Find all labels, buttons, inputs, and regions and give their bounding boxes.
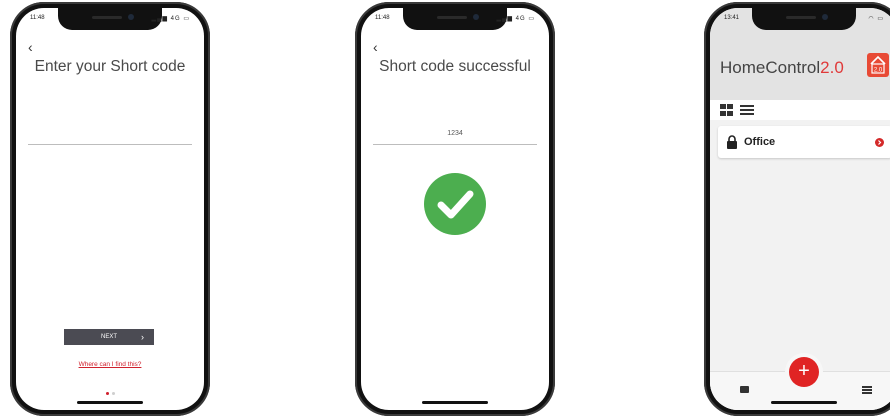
house-logo-icon: 2.0 <box>867 53 889 77</box>
phone-mockup-short-code-entry: 11:48 ▂▄▆ 4G ▭ ‹ Enter your Short code N… <box>10 2 210 416</box>
phone-mockup-short-code-success: 11:48 ▂▄▆ 4G ▭ ‹ Short code successful 1… <box>355 2 555 416</box>
page-dot <box>105 392 109 395</box>
brand-version: 2.0 <box>820 58 844 77</box>
back-chevron-icon[interactable]: ‹ <box>373 40 378 54</box>
next-button[interactable]: NEXT › <box>64 329 154 345</box>
status-icons: ▂▄▆ 4G ▭ <box>496 16 535 22</box>
page-indicator <box>16 382 204 400</box>
page-title: Short code successful <box>379 58 531 75</box>
status-time: 11:48 <box>375 15 390 21</box>
chevron-right-icon <box>875 138 884 147</box>
phone-screen: 11:48 ▂▄▆ 4G ▭ ‹ Short code successful 1… <box>361 8 549 410</box>
next-button-label: NEXT <box>100 334 117 340</box>
phone-screen: 13:41 ◠ ▭ HomeControl2.0 2.0 Office + <box>710 8 890 410</box>
page-dot <box>111 392 115 395</box>
list-view-icon[interactable] <box>740 104 754 116</box>
brand-name: HomeControl <box>720 58 821 77</box>
status-bar: 11:48 ▂▄▆ 4G ▭ <box>373 14 537 26</box>
grid-view-icon[interactable] <box>720 104 733 116</box>
menu-icon[interactable] <box>862 386 872 394</box>
add-button[interactable]: + <box>789 357 819 387</box>
help-link[interactable]: Where can I find this? <box>16 361 204 368</box>
status-time: 11:48 <box>30 15 45 21</box>
short-code-input[interactable] <box>373 144 537 145</box>
status-time: 13:41 <box>724 15 740 21</box>
logo-text: 2.0 <box>874 68 883 74</box>
home-indicator[interactable] <box>77 401 143 404</box>
short-code-input[interactable] <box>28 144 192 145</box>
app-title: HomeControl2.0 <box>720 58 844 78</box>
back-chevron-icon[interactable]: ‹ <box>28 40 33 54</box>
home-indicator[interactable] <box>422 401 488 404</box>
lock-icon <box>726 135 738 149</box>
status-icons: ◠ ▭ <box>868 16 884 22</box>
room-card-office[interactable]: Office <box>718 126 890 158</box>
phone-mockup-home-control: 13:41 ◠ ▭ HomeControl2.0 2.0 Office + <box>704 2 890 416</box>
phone-screen: 11:48 ▂▄▆ 4G ▭ ‹ Enter your Short code N… <box>16 8 204 410</box>
page-title: Enter your Short code <box>34 58 186 75</box>
bottom-tab-bar: + <box>710 357 890 410</box>
status-icons: ▂▄▆ 4G ▭ <box>151 16 190 22</box>
short-code-value: 1234 <box>447 130 463 137</box>
room-name: Office <box>744 136 776 148</box>
status-bar: 11:48 ▂▄▆ 4G ▭ <box>28 14 192 26</box>
check-circle-icon <box>424 173 486 235</box>
chevron-right-icon: › <box>141 332 144 342</box>
status-bar: 13:41 ◠ ▭ <box>722 14 886 26</box>
chat-icon[interactable] <box>740 386 749 393</box>
home-indicator[interactable] <box>771 401 837 404</box>
